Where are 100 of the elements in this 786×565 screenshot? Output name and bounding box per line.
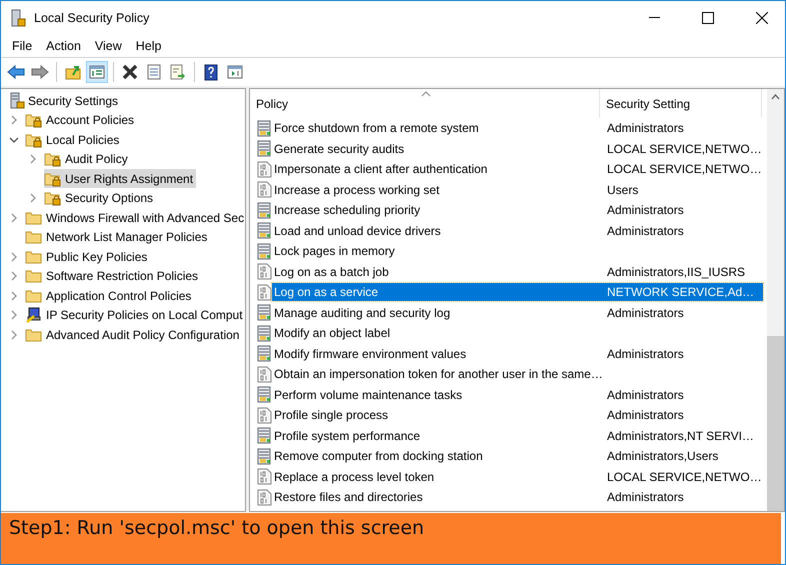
list-row[interactable]: Lock pages in memory	[272, 242, 763, 260]
setting-cell-text: Users	[606, 182, 640, 197]
column-header[interactable]: Policy	[250, 89, 600, 118]
server-icon	[257, 386, 272, 404]
locked-folder-icon	[44, 190, 62, 206]
folder-icon	[25, 210, 43, 226]
setting-cell-text: Administrators	[606, 388, 685, 402]
export-list-icon	[170, 64, 186, 80]
scrollbar[interactable]	[767, 89, 784, 511]
policy-cell-text: Increase a process working set	[273, 182, 440, 197]
server-icon	[257, 304, 272, 322]
policy-cell-text: Obtain an impersonation token for another user in the same…	[273, 367, 604, 382]
action-pane-icon	[227, 65, 243, 79]
server-icon	[257, 140, 272, 158]
setting-cell-text: LOCAL SERVICE,NETWO…	[606, 142, 763, 156]
list-row[interactable]: Manage auditing and security log Administrators	[272, 304, 763, 322]
expand-chevron-icon[interactable]	[9, 310, 19, 320]
list-row[interactable]: Profile single process Administrators	[272, 406, 763, 424]
setting-cell-text: Administrators	[606, 224, 685, 238]
expand-chevron-icon[interactable]	[9, 212, 19, 223]
list-row[interactable]: Perform volume maintenance tasks Administrators	[272, 386, 763, 404]
setting-cell-text: Administrators,Users	[606, 449, 720, 464]
server-icon	[257, 448, 272, 465]
menu-item[interactable]: Action	[39, 38, 88, 52]
expand-chevron-icon[interactable]	[28, 193, 38, 204]
policy-cell-text: Modify an object label	[273, 326, 392, 340]
binary-document-icon	[257, 181, 272, 198]
list-row[interactable]: Modify an object label	[272, 324, 763, 342]
folder-icon	[25, 288, 43, 304]
server-icon	[257, 242, 272, 260]
list-row[interactable]: Restore files and directories Administrators	[272, 488, 763, 506]
app-icon	[10, 8, 26, 26]
policy-cell-text: Force shutdown from a remote system	[273, 121, 480, 136]
properties-icon	[147, 64, 161, 80]
tree-item[interactable]: Security Options	[44, 188, 156, 208]
policy-cell-text: Perform volume maintenance tasks	[273, 388, 464, 402]
delete-icon	[122, 64, 138, 80]
expand-chevron-icon[interactable]	[9, 115, 19, 126]
setting-cell-text: Administrators	[606, 408, 685, 422]
server-icon	[257, 202, 272, 219]
menu-item[interactable]: File	[5, 38, 40, 52]
tree-item[interactable]: Network List Manager Policies	[25, 228, 210, 247]
list-row[interactable]: Remove computer from docking station Administrators,Users	[272, 447, 763, 466]
list-row[interactable]: Profile system performance Administrators,NT SERVI…	[272, 426, 763, 445]
expand-chevron-icon[interactable]	[28, 154, 38, 164]
binary-document-icon	[257, 263, 272, 280]
menu-item[interactable]: Help	[128, 38, 168, 52]
list-row[interactable]: Obtain an impersonation token for another user in the same…	[272, 365, 763, 384]
tree-item[interactable]: IP Security Policies on Local Comput	[25, 306, 245, 325]
setting-cell-text: Administrators	[606, 346, 685, 361]
setting-cell-text: Administrators	[606, 490, 685, 504]
policy-cell-text: Generate security audits	[273, 142, 406, 156]
list-row[interactable]: Log on as a service NETWORK SERVICE,Ad…	[272, 283, 763, 302]
tree-item[interactable]: Application Control Policies	[25, 286, 194, 306]
expand-chevron-icon[interactable]	[9, 290, 19, 301]
expand-chevron-icon[interactable]	[9, 252, 19, 262]
policy-cell-text: Log on as a service	[273, 285, 380, 300]
tree-item[interactable]: Security Settings	[9, 91, 122, 110]
setting-cell-text: Administrators,IIS_IUSRS	[606, 264, 746, 279]
setting-cell-text: Administrators	[606, 121, 685, 136]
binary-document-icon	[257, 284, 272, 301]
binary-document-icon	[257, 488, 272, 506]
binary-document-icon	[257, 160, 272, 178]
policy-cell-text: Modify firmware environment values	[273, 346, 468, 361]
column-header[interactable]: Security Setting	[600, 89, 762, 118]
setting-cell-text: NETWORK SERVICE,Ad…	[606, 285, 756, 300]
list-row[interactable]: Force shutdown from a remote system Administrators	[272, 119, 763, 138]
list-row[interactable]: Increase scheduling priority Administrators	[272, 201, 763, 220]
folder-icon	[25, 248, 43, 265]
list-row[interactable]: Impersonate a client after authentication LOCAL SERVICE,NETWO…	[272, 160, 763, 178]
tree-item[interactable]: Software Restriction Policies	[25, 266, 202, 286]
sort-caret-icon	[421, 91, 431, 97]
tree-item[interactable]: Account Policies	[25, 110, 138, 130]
policy-cell-text: Impersonate a client after authentication	[273, 162, 488, 176]
scroll-thumb[interactable]	[767, 336, 784, 511]
list-row[interactable]: Load and unload device drivers Administrators	[272, 222, 763, 240]
policy-cell-text: Replace a process level token	[273, 470, 436, 484]
list-row[interactable]: Replace a process level token LOCAL SERVICE,NETWO…	[272, 468, 763, 486]
list-row[interactable]: Increase a process working set Users	[272, 180, 763, 199]
setting-cell-text: Administrators	[606, 306, 685, 320]
collapse-chevron-icon[interactable]	[9, 134, 19, 145]
maximize-icon	[702, 12, 714, 24]
tree-item[interactable]: Local Policies	[25, 130, 122, 150]
list-row[interactable]: Generate security audits LOCAL SERVICE,NETWO…	[272, 140, 763, 158]
setting-cell-text: LOCAL SERVICE,NETWO…	[606, 470, 763, 484]
server-icon	[257, 427, 272, 444]
tree-item[interactable]: Public Key Policies	[25, 247, 150, 266]
menu-item[interactable]: View	[88, 38, 129, 52]
banner-text: Step1: Run 'secpol.msc' to open this screen	[9, 517, 424, 539]
tree-item[interactable]: Advanced Audit Policy Configuration	[25, 325, 242, 344]
binary-document-icon	[257, 406, 272, 424]
tree-item[interactable]: User Rights Assignment	[44, 169, 196, 188]
tree-item[interactable]: Audit Policy	[44, 150, 131, 169]
list-row[interactable]: Modify firmware environment values Administrators	[272, 344, 763, 363]
list-row[interactable]: Log on as a batch job Administrators,IIS_IUSRS	[272, 262, 763, 281]
tree-item[interactable]: Windows Firewall with Advanced Sec	[25, 208, 245, 228]
server-lock-icon	[9, 92, 25, 110]
close-icon	[756, 12, 768, 24]
expand-chevron-icon[interactable]	[9, 330, 19, 340]
expand-chevron-icon[interactable]	[9, 271, 19, 282]
